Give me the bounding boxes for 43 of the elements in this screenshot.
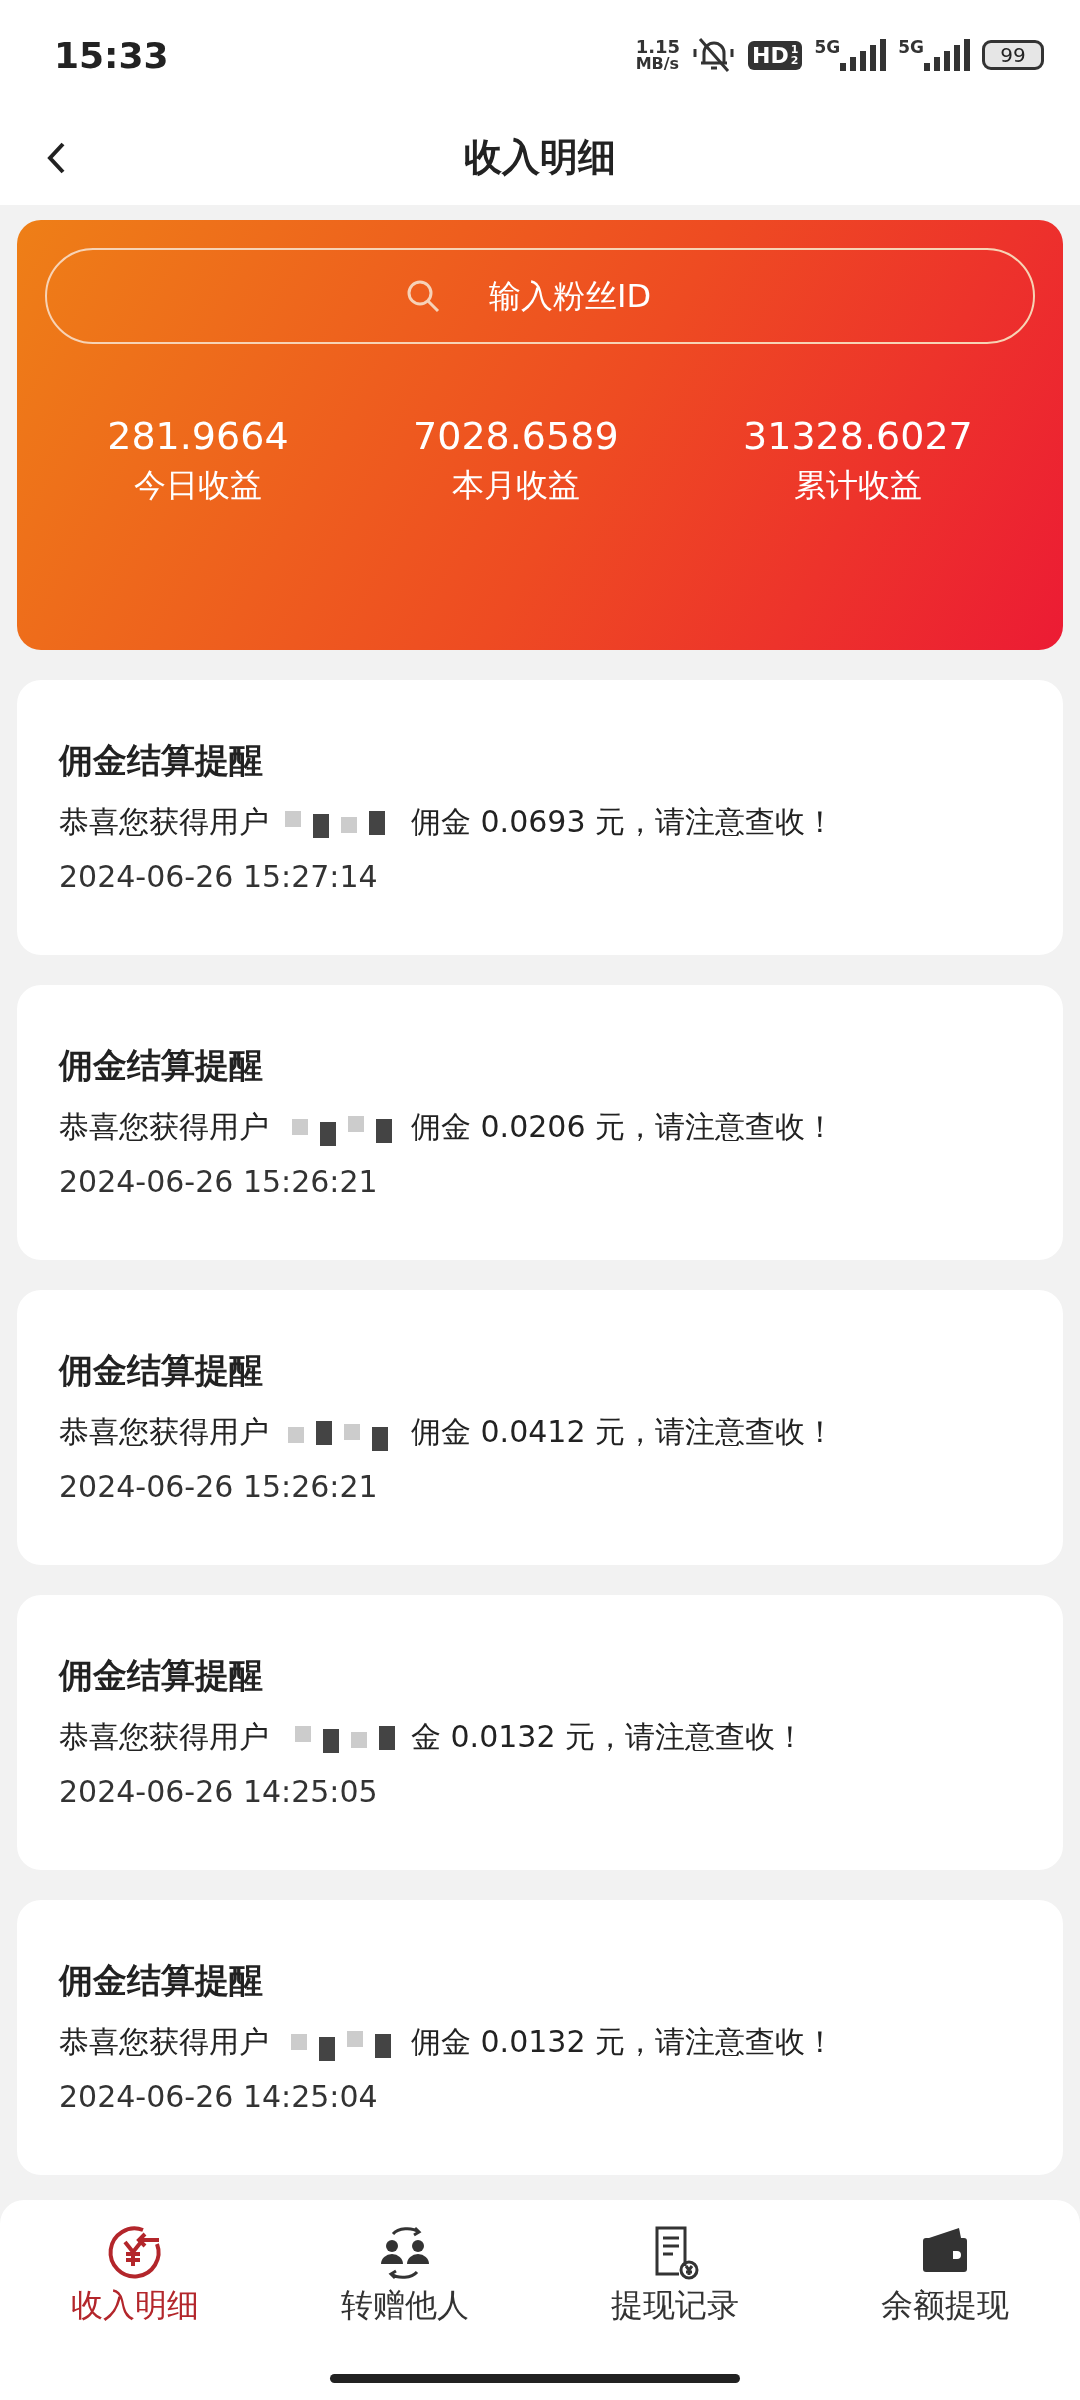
message-title: 佣金结算提醒 [59, 1654, 264, 1697]
speed-unit: MB/s [635, 56, 680, 72]
message-time: 2024-06-26 15:26:21 [59, 1164, 379, 1199]
page-title: 收入明细 [464, 134, 616, 181]
signal-icon [840, 39, 887, 71]
network-label: 5G [814, 39, 841, 56]
message-text: 佣金 0.0412 元，请注意查收！ [411, 1413, 836, 1451]
network-label: 5G [898, 39, 924, 56]
search-field[interactable]: 输入粉丝ID [45, 248, 1035, 344]
nav-tab[interactable]: 转赠他人 [341, 2222, 469, 2328]
nav-tab[interactable]: 余额提现 [881, 2222, 1009, 2328]
message-text: 佣金 0.0132 元，请注意查收！ [411, 2023, 836, 2061]
message-time: 2024-06-26 14:25:04 [59, 2079, 379, 2114]
message-text: 恭喜您获得用户 [59, 1108, 269, 1146]
message-text: 佣金 0.0693 元，请注意查收！ [411, 803, 836, 841]
clock-time: 15:33 [54, 34, 169, 76]
stat-value: 31328.6027 [743, 414, 973, 458]
stat-value: 281.9664 [107, 414, 289, 458]
message-title: 佣金结算提醒 [59, 1044, 264, 1087]
search-icon [405, 278, 441, 314]
message-title: 佣金结算提醒 [59, 739, 264, 782]
message-text: 金 0.0132 元，请注意查收！ [411, 1718, 806, 1756]
muted-bell-icon [692, 35, 737, 75]
message-title: 佣金结算提醒 [59, 1349, 264, 1392]
stat-value: 7028.6589 [413, 414, 619, 458]
signal-icon [924, 39, 970, 71]
message-time: 2024-06-26 15:26:21 [59, 1469, 379, 1504]
stat-label: 累计收益 [793, 465, 922, 506]
stat-label: 本月收益 [451, 465, 580, 506]
nav-tab[interactable]: 收入明细 [71, 2222, 199, 2328]
message-text: 恭喜您获得用户 [59, 2023, 269, 2061]
speed-value: 1.15 [635, 38, 681, 56]
nav-tab[interactable]: 提现记录 [611, 2222, 739, 2328]
stat-label: 今日收益 [133, 465, 262, 506]
message-title: 佣金结算提醒 [59, 1959, 264, 2002]
battery-icon: 99 [982, 40, 1044, 70]
message-text: 恭喜您获得用户 [59, 803, 269, 841]
message-time: 2024-06-26 15:27:14 [59, 859, 379, 894]
message-text: 恭喜您获得用户 [59, 1718, 269, 1756]
message-time: 2024-06-26 14:25:05 [59, 1774, 379, 1809]
message-text: 恭喜您获得用户 [59, 1413, 269, 1451]
back-icon [46, 140, 66, 175]
message-text: 佣金 0.0206 元，请注意查收！ [411, 1108, 836, 1146]
